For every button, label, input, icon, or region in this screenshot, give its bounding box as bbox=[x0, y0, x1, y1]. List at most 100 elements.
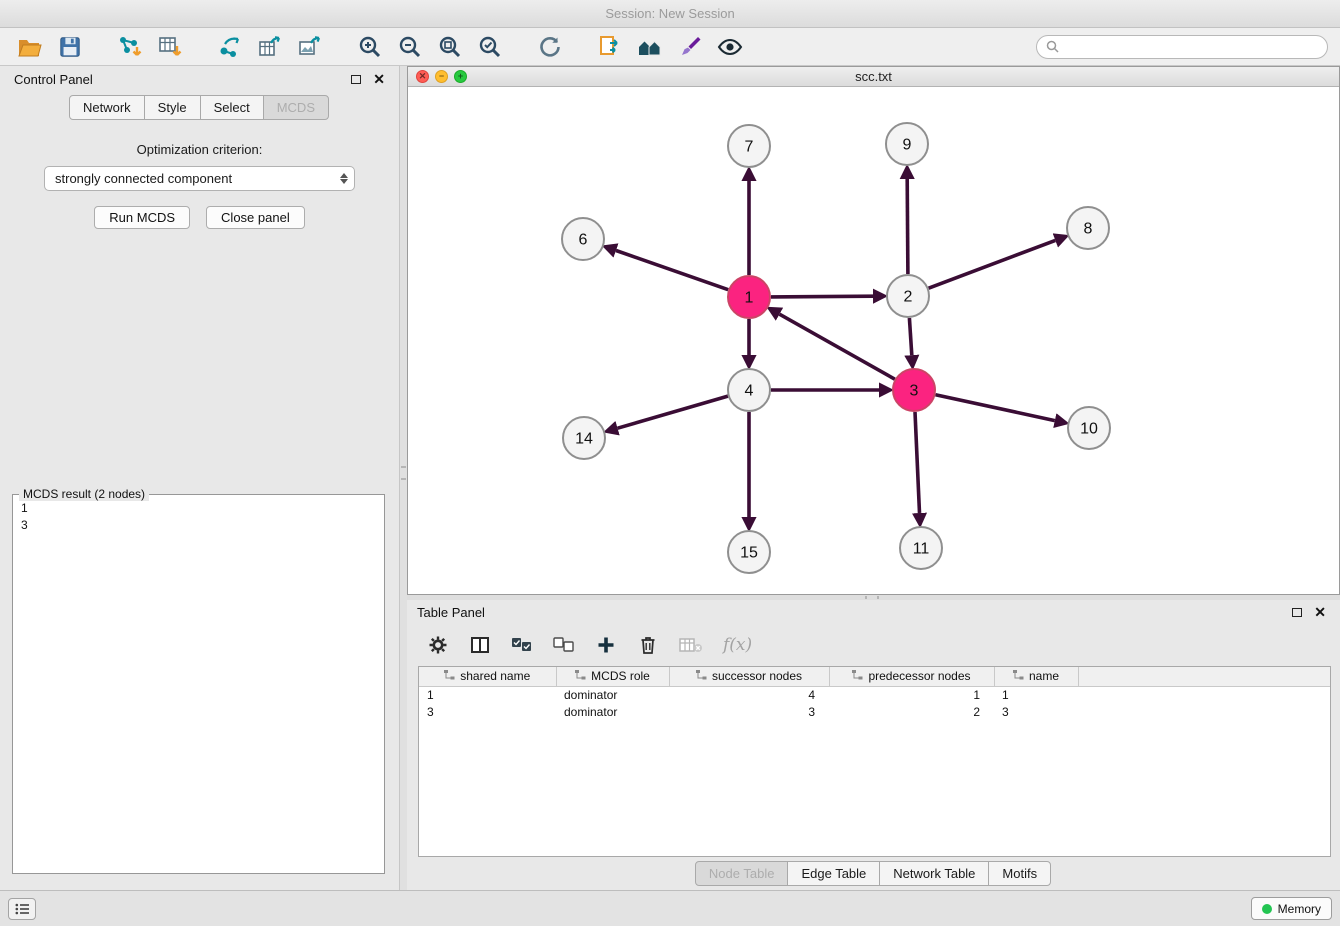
show-hide-panels-button[interactable] bbox=[712, 32, 748, 62]
clone-network-button[interactable] bbox=[592, 32, 628, 62]
float-table-panel-icon[interactable] bbox=[1292, 608, 1302, 617]
table-cell[interactable]: 4 bbox=[669, 686, 829, 703]
toolbar-separator bbox=[92, 46, 108, 47]
table-row[interactable]: 3dominator323 bbox=[419, 703, 1330, 720]
save-session-button[interactable] bbox=[52, 32, 88, 62]
control-tab-network[interactable]: Network bbox=[69, 95, 145, 120]
column-tree-icon bbox=[444, 669, 455, 683]
search-input[interactable] bbox=[1065, 40, 1318, 54]
horizontal-splitter[interactable] bbox=[407, 595, 1340, 600]
open-session-button[interactable] bbox=[12, 32, 48, 62]
node-table-container: shared name MCDS role successor nodes prede… bbox=[418, 666, 1331, 857]
import-table-icon bbox=[157, 34, 183, 60]
graph-edge-4-14[interactable] bbox=[618, 396, 728, 428]
control-panel: Control Panel ✕ NetworkStyleSelectMCDS O… bbox=[0, 66, 400, 890]
close-table-panel-icon[interactable]: ✕ bbox=[1314, 605, 1326, 619]
show-columns-button[interactable] bbox=[469, 633, 491, 657]
graph-node-label: 2 bbox=[904, 289, 913, 306]
network-window-titlebar: scc.txt ✕ − + bbox=[408, 67, 1339, 87]
splitter-grip[interactable] bbox=[865, 596, 879, 599]
graph-edge-2-9[interactable] bbox=[907, 179, 908, 274]
run-mcds-button[interactable]: Run MCDS bbox=[94, 206, 190, 229]
table-tab-node-table[interactable]: Node Table bbox=[695, 861, 789, 886]
criterion-dropdown[interactable]: strongly connected component bbox=[44, 166, 355, 191]
table-cell[interactable]: 3 bbox=[669, 703, 829, 720]
table-cell[interactable]: 1 bbox=[994, 686, 1078, 703]
network-canvas[interactable]: 7968123414101511 bbox=[408, 87, 1339, 593]
export-image-button[interactable] bbox=[292, 32, 328, 62]
export-network-icon bbox=[217, 34, 243, 60]
table-cell[interactable]: 1 bbox=[829, 686, 994, 703]
memory-status-icon bbox=[1262, 904, 1272, 914]
close-panel-icon[interactable]: ✕ bbox=[373, 72, 385, 86]
table-cell[interactable]: 2 bbox=[829, 703, 994, 720]
graph-node-label: 4 bbox=[745, 383, 754, 400]
import-network-button[interactable] bbox=[112, 32, 148, 62]
search-icon bbox=[1046, 40, 1059, 53]
delete-table-button[interactable] bbox=[679, 633, 703, 657]
graph-edge-1-2[interactable] bbox=[771, 296, 873, 297]
column-header-predecessor-nodes[interactable]: predecessor nodes bbox=[829, 667, 994, 686]
select-all-button[interactable] bbox=[511, 633, 533, 657]
toolbar-separator bbox=[572, 46, 588, 47]
search-area bbox=[1036, 35, 1328, 59]
add-column-button[interactable] bbox=[595, 633, 617, 657]
deselect-all-icon bbox=[553, 636, 575, 654]
table-cell[interactable]: dominator bbox=[556, 686, 669, 703]
task-history-button[interactable] bbox=[8, 898, 36, 920]
table-tab-edge-table[interactable]: Edge Table bbox=[787, 861, 880, 886]
graph-edge-3-1[interactable] bbox=[780, 314, 895, 379]
export-table-button[interactable] bbox=[252, 32, 288, 62]
column-header-shared-name[interactable]: shared name bbox=[419, 667, 556, 686]
network-window-title: scc.txt bbox=[408, 69, 1339, 84]
graph-edge-1-6[interactable] bbox=[616, 251, 728, 290]
table-cell[interactable]: 3 bbox=[419, 703, 556, 720]
graph-edge-2-8[interactable] bbox=[929, 240, 1056, 288]
table-row[interactable]: 1dominator411 bbox=[419, 686, 1330, 703]
function-builder-button[interactable]: f(x) bbox=[723, 633, 752, 657]
column-header-label: MCDS role bbox=[591, 669, 650, 683]
deselect-all-button[interactable] bbox=[553, 633, 575, 657]
refresh-view-button[interactable] bbox=[532, 32, 568, 62]
table-tab-motifs[interactable]: Motifs bbox=[988, 861, 1051, 886]
graph-edge-3-11[interactable] bbox=[915, 412, 920, 513]
control-tab-select[interactable]: Select bbox=[200, 95, 264, 120]
export-network-button[interactable] bbox=[212, 32, 248, 62]
table-cell[interactable]: 3 bbox=[994, 703, 1078, 720]
column-header-label: predecessor nodes bbox=[868, 669, 970, 683]
import-table-button[interactable] bbox=[152, 32, 188, 62]
vertical-splitter[interactable] bbox=[400, 66, 407, 890]
table-tab-network-table[interactable]: Network Table bbox=[879, 861, 989, 886]
graph-edge-2-3[interactable] bbox=[909, 318, 911, 355]
table-cell[interactable]: dominator bbox=[556, 703, 669, 720]
home-icon bbox=[636, 34, 664, 60]
table-cell[interactable]: 1 bbox=[419, 686, 556, 703]
mcds-result-box: MCDS result (2 nodes) 1 3 bbox=[12, 494, 385, 874]
float-panel-icon[interactable] bbox=[351, 75, 361, 84]
table-options-button[interactable] bbox=[427, 633, 449, 657]
graph-node-label: 14 bbox=[575, 431, 593, 448]
graph-node-label: 8 bbox=[1084, 221, 1093, 238]
delete-columns-button[interactable] bbox=[637, 633, 659, 657]
zoom-out-button[interactable] bbox=[392, 32, 428, 62]
table-body: 1dominator4113dominator323 bbox=[419, 686, 1330, 720]
splitter-grip[interactable] bbox=[401, 466, 406, 480]
column-header-successor-nodes[interactable]: successor nodes bbox=[669, 667, 829, 686]
main-area: Control Panel ✕ NetworkStyleSelectMCDS O… bbox=[0, 66, 1340, 890]
column-tree-icon bbox=[575, 669, 586, 683]
graph-edge-3-10[interactable] bbox=[936, 395, 1055, 421]
network-analyzer-button[interactable] bbox=[632, 32, 668, 62]
zoom-selected-button[interactable] bbox=[472, 32, 508, 62]
zoom-fit-button[interactable] bbox=[432, 32, 468, 62]
zoom-in-button[interactable] bbox=[352, 32, 388, 62]
column-header-mcds-role[interactable]: MCDS role bbox=[556, 667, 669, 686]
column-header-name[interactable]: name bbox=[994, 667, 1078, 686]
graph-node-label: 10 bbox=[1080, 421, 1098, 438]
search-field[interactable] bbox=[1036, 35, 1328, 59]
control-tab-style[interactable]: Style bbox=[144, 95, 201, 120]
memory-button[interactable]: Memory bbox=[1251, 897, 1332, 920]
control-tab-mcds[interactable]: MCDS bbox=[263, 95, 329, 120]
network-canvas-area[interactable]: 7968123414101511 bbox=[408, 87, 1339, 594]
apply-style-button[interactable] bbox=[672, 32, 708, 62]
close-panel-button[interactable]: Close panel bbox=[206, 206, 305, 229]
